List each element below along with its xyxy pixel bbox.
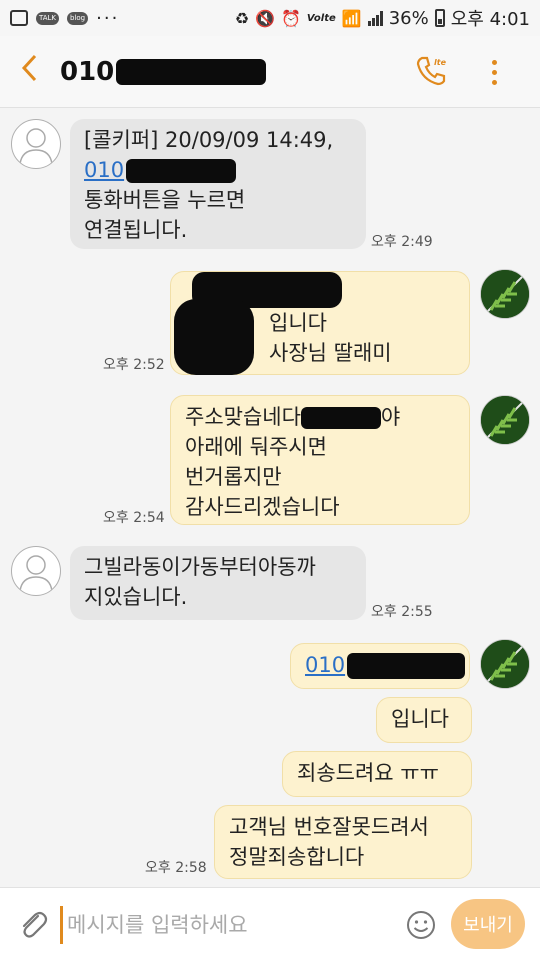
- message-line: 지있습니다.: [84, 585, 188, 609]
- contact-avatar[interactable]: [11, 546, 61, 596]
- title-number-prefix: 010: [60, 56, 115, 87]
- fern-leaf-avatar-icon: [481, 640, 529, 688]
- message-time: 오후 2:52: [103, 357, 165, 373]
- redacted-phone-number: [126, 159, 237, 183]
- message-line: 야: [380, 405, 401, 429]
- talk-notification-icon: TALK: [36, 11, 60, 25]
- message-bubble-incoming[interactable]: [콜키퍼] 20/09/09 14:49, 010 통화버튼을 누르면 연결됩니…: [70, 119, 366, 249]
- svg-text:lte: lte: [434, 58, 447, 67]
- message-line: 고객님 번호잘못드려서: [229, 815, 429, 839]
- chevron-left-icon: [19, 53, 41, 91]
- phone-link[interactable]: 010: [305, 653, 345, 677]
- send-button[interactable]: 보내기: [451, 899, 525, 949]
- default-person-icon: [19, 555, 53, 592]
- more-notifications-icon: ···: [96, 7, 120, 29]
- wifi-icon: 📶: [341, 8, 362, 28]
- fern-leaf-avatar-icon: [481, 396, 529, 444]
- phone-link[interactable]: 010: [84, 158, 124, 182]
- my-avatar[interactable]: [480, 269, 530, 319]
- mute-icon: 🔇: [255, 8, 275, 28]
- conversation-title: 010: [60, 56, 267, 87]
- message-line: 연결됩니다.: [84, 218, 188, 242]
- volte-indicator: Volte: [306, 12, 336, 24]
- status-bar: TALK blog ··· ♻ 🔇 ⏰ Volte 📶 36% 오후 4:01: [0, 0, 540, 36]
- attach-button[interactable]: [16, 908, 50, 942]
- phone-volte-icon: lte: [414, 56, 448, 92]
- call-button[interactable]: lte: [414, 54, 454, 90]
- message-bubble-outgoing[interactable]: 010: [290, 643, 470, 689]
- alarm-icon: ⏰: [281, 8, 301, 28]
- my-avatar[interactable]: [480, 639, 530, 689]
- message-list[interactable]: [콜키퍼] 20/09/09 14:49, 010 통화버튼을 누르면 연결됩니…: [0, 109, 540, 887]
- contact-avatar[interactable]: [11, 119, 61, 169]
- clock: 오후 4:01: [450, 9, 530, 30]
- message-line: 주소맞습네다: [185, 405, 301, 429]
- message-line: 아래에 둬주시면: [185, 435, 327, 459]
- message-input[interactable]: [60, 906, 390, 944]
- emoji-button[interactable]: [405, 909, 437, 941]
- smiley-icon: [407, 911, 435, 939]
- message-line: 죄송드려요 ㅠㅠ: [297, 761, 439, 785]
- redacted-phone-number: [116, 58, 267, 85]
- signal-icon: [367, 10, 383, 26]
- back-button[interactable]: [0, 36, 60, 108]
- message-bubble-outgoing[interactable]: 입니다: [376, 697, 472, 743]
- blog-notification-icon: blog: [67, 11, 89, 25]
- shopping-bag-icon: [10, 10, 28, 26]
- battery-icon: [434, 9, 445, 27]
- message-bubble-outgoing[interactable]: 죄송드려요 ㅠㅠ: [282, 751, 472, 797]
- message-bubble-outgoing[interactable]: 고객님 번호잘못드려서 정말죄송합니다: [214, 805, 472, 879]
- fern-leaf-avatar-icon: [481, 270, 529, 318]
- message-line: 정말죄송합니다: [229, 845, 365, 869]
- recycle-icon: ♻: [234, 8, 250, 28]
- default-person-icon: [19, 128, 53, 165]
- message-line: 통화버튼을 누르면: [84, 188, 246, 212]
- message-line: 그빌라동이가동부터아동까: [84, 555, 316, 579]
- battery-percent: 36%: [388, 7, 429, 29]
- redacted-text: [174, 299, 254, 375]
- message-time: 오후 2:54: [103, 510, 165, 526]
- more-options-button[interactable]: [478, 54, 510, 90]
- message-bubble-incoming[interactable]: 그빌라동이가동부터아동까 지있습니다.: [70, 546, 366, 620]
- redacted-text: [300, 407, 381, 429]
- message-line: 감사드리겠습니다: [185, 495, 340, 519]
- message-bubble-outgoing[interactable]: 주소맞습네다 야 아래에 둬주시면 번거롭지만 감사드리겠습니다: [170, 395, 470, 525]
- message-time: 오후 2:58: [145, 860, 207, 876]
- conversation-header: 010 lte: [0, 36, 540, 108]
- message-line: [콜키퍼] 20/09/09 14:49,: [84, 128, 334, 152]
- message-time: 오후 2:49: [371, 234, 433, 250]
- message-line: 번거롭지만: [185, 465, 282, 489]
- my-avatar[interactable]: [480, 395, 530, 445]
- redacted-phone-number: [347, 653, 466, 679]
- paperclip-icon: [22, 911, 48, 938]
- message-line: 입니다: [391, 707, 449, 731]
- message-time: 오후 2:55: [371, 604, 433, 620]
- more-vert-icon: [491, 59, 497, 65]
